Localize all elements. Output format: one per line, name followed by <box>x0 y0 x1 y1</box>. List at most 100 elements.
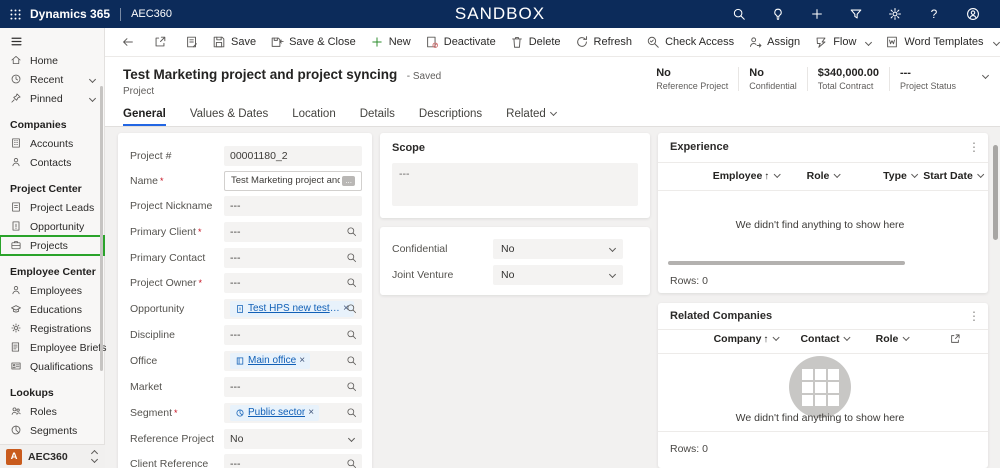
search-icon[interactable] <box>346 252 357 263</box>
sidebar-item-projects[interactable]: Projects <box>0 235 105 256</box>
help-icon[interactable]: ? <box>921 3 947 25</box>
remove-segment-icon[interactable]: × <box>308 405 314 421</box>
tab-general[interactable]: General <box>123 108 166 126</box>
search-icon[interactable] <box>346 381 357 392</box>
sidebar-scrollbar[interactable] <box>100 86 103 371</box>
scope-textarea[interactable]: --- <box>392 163 638 206</box>
sidebar-item-registrations[interactable]: Registrations <box>0 319 104 338</box>
search-icon[interactable] <box>346 303 357 314</box>
segment-input[interactable]: Public sector × <box>224 403 362 423</box>
delete-button[interactable]: Delete <box>503 30 568 54</box>
app-name[interactable]: AEC360 <box>131 8 172 20</box>
back-button[interactable] <box>115 30 141 54</box>
confidential-select[interactable]: No <box>493 239 623 259</box>
column-employee[interactable]: Employee ↑ <box>713 170 781 182</box>
sidebar-item-pinned[interactable]: Pinned <box>0 89 104 108</box>
assign-button[interactable]: Assign <box>741 30 807 54</box>
page-scrollbar[interactable] <box>993 145 998 240</box>
sidebar-item-home[interactable]: Home <box>0 51 104 70</box>
search-icon[interactable] <box>346 329 357 340</box>
search-icon[interactable] <box>726 3 752 25</box>
sidebar-item-recent[interactable]: Recent <box>0 70 104 89</box>
search-icon[interactable] <box>346 226 357 237</box>
market-input[interactable]: --- <box>224 377 362 397</box>
reference-project-select[interactable]: No <box>224 429 362 449</box>
avatar[interactable] <box>960 3 986 25</box>
app-switcher[interactable]: A AEC360 <box>0 444 105 468</box>
sidebar-item-educations[interactable]: Educations <box>0 300 104 319</box>
sidebar-item-roles[interactable]: Roles <box>0 402 104 421</box>
deactivate-button[interactable]: Deactivate <box>418 30 503 54</box>
open-in-new-icon[interactable] <box>949 333 961 345</box>
search-icon[interactable] <box>346 277 357 288</box>
collapse-header-icon[interactable] <box>981 71 990 80</box>
primary-contact-input[interactable]: --- <box>224 248 362 268</box>
open-record-set-button[interactable] <box>147 30 173 54</box>
kebab-menu-icon[interactable]: ⋮ <box>968 141 980 153</box>
save-button[interactable]: Save <box>205 30 263 54</box>
projects-icon <box>10 239 23 252</box>
chevron-down-icon[interactable] <box>88 94 97 103</box>
tab-descriptions[interactable]: Descriptions <box>419 108 482 126</box>
kebab-menu-icon[interactable]: ⋮ <box>968 310 980 322</box>
primary-client-input[interactable]: --- <box>224 222 362 242</box>
tab-location[interactable]: Location <box>292 108 335 126</box>
page-title: Test Marketing project and project synci… <box>123 67 398 82</box>
divider <box>658 162 988 163</box>
column-start-date[interactable]: Start Date <box>923 170 984 182</box>
field-project-nickname: Project Nickname --- <box>118 196 372 216</box>
waffle-menu-icon[interactable] <box>0 0 30 28</box>
check-access-button[interactable]: Check Access <box>639 30 741 54</box>
chevron-down-icon[interactable] <box>88 75 97 84</box>
column-company[interactable]: Company ↑ <box>714 333 780 345</box>
joint-venture-select[interactable]: No <box>493 265 623 285</box>
chevron-down-icon <box>902 333 910 342</box>
word-templates-button[interactable]: Word Templates <box>878 30 1000 54</box>
search-icon[interactable] <box>346 458 357 468</box>
refresh-button[interactable]: Refresh <box>568 30 640 54</box>
column-role[interactable]: Role <box>876 333 910 345</box>
save-and-close-button[interactable]: Save & Close <box>263 30 363 54</box>
filter-icon[interactable] <box>843 3 869 25</box>
remove-office-icon[interactable]: × <box>299 353 305 369</box>
opportunity-input[interactable]: Test HPS new test opportu... × <box>224 299 362 319</box>
name-input[interactable]: Test Marketing project and projec ... <box>224 171 362 191</box>
new-button[interactable]: New <box>363 30 418 54</box>
sidebar-item-employees[interactable]: Employees <box>0 281 104 300</box>
tab-values-dates[interactable]: Values & Dates <box>190 108 268 126</box>
field-reference-project: Reference Project No <box>118 429 372 449</box>
dynamics-brand[interactable]: Dynamics 365 <box>30 7 110 21</box>
sidebar-item-contacts[interactable]: Contacts <box>0 153 104 172</box>
opportunity-link[interactable]: Test HPS new test opportu... <box>248 301 340 317</box>
lightbulb-icon[interactable] <box>765 3 791 25</box>
sidebar-item-employee-briefs[interactable]: Employee Briefs <box>0 338 106 357</box>
horizontal-scrollbar[interactable] <box>668 261 905 265</box>
column-type[interactable]: Type <box>883 170 918 182</box>
sidebar-item-segments[interactable]: Segments <box>0 421 104 440</box>
hamburger-icon[interactable] <box>0 31 104 51</box>
office-input[interactable]: Main office × <box>224 351 362 371</box>
discipline-input[interactable]: --- <box>224 325 362 345</box>
sidebar-item-project-leads[interactable]: Project Leads <box>0 198 104 217</box>
client-reference-input[interactable]: --- <box>224 454 362 468</box>
flow-button[interactable]: Flow <box>807 30 878 54</box>
gear-icon[interactable] <box>882 3 908 25</box>
project-nickname-input[interactable]: --- <box>224 196 362 216</box>
tab-related[interactable]: Related <box>506 108 557 126</box>
form-selector-button[interactable] <box>179 30 205 54</box>
office-link[interactable]: Main office <box>248 353 296 369</box>
plus-icon[interactable] <box>804 3 830 25</box>
tab-details[interactable]: Details <box>360 108 395 126</box>
column-role[interactable]: Role <box>807 170 841 182</box>
search-icon[interactable] <box>346 407 357 418</box>
search-icon[interactable] <box>346 355 357 366</box>
project-number-input[interactable]: 00001180_2 <box>224 146 362 166</box>
sidebar-item-opportunity[interactable]: Opportunity <box>0 217 104 236</box>
sidebar-item-qualifications[interactable]: Qualifications <box>0 357 104 376</box>
sidebar-item-accounts[interactable]: Accounts <box>0 134 104 153</box>
project-owner-input[interactable]: --- <box>224 273 362 293</box>
chevron-down-icon <box>843 333 851 342</box>
column-contact[interactable]: Contact <box>800 333 851 345</box>
educations-icon <box>10 303 23 316</box>
segment-link[interactable]: Public sector <box>248 405 305 421</box>
